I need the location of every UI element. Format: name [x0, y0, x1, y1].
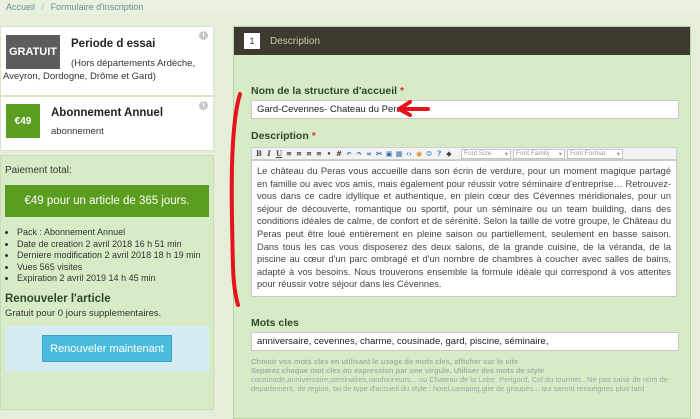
align-left-icon[interactable]: ≡ — [285, 149, 293, 158]
font-format-select[interactable]: Font Format ▾ — [567, 148, 623, 159]
article-details: Pack : Abonnement Annuel Date de creatio… — [5, 227, 209, 285]
image-icon[interactable]: ▣ — [385, 149, 393, 158]
detail-pack: Pack : Abonnement Annuel — [17, 227, 209, 239]
unlink-icon[interactable]: ✂ — [375, 149, 383, 158]
description-label: Description * — [251, 130, 316, 142]
required-mark: * — [311, 130, 316, 142]
breadcrumb-home-link[interactable]: Accueil — [6, 2, 35, 12]
code-icon[interactable]: ‹› — [405, 149, 413, 158]
numbered-list-icon[interactable]: # — [335, 149, 343, 158]
bold-icon[interactable]: B — [255, 149, 263, 158]
detail-created: Date de creation 2 avril 2018 16 h 51 mi… — [17, 239, 209, 251]
breadcrumb: Accueil / Formulaire d'inscription — [0, 0, 700, 14]
plan-annual[interactable]: €49 Abonnement Annuel abonnement i — [0, 96, 214, 151]
font-family-select[interactable]: Font Family ▾ — [513, 148, 565, 159]
step-title: Description — [270, 35, 321, 47]
payment-button[interactable]: €49 pour un article de 365 jours. — [5, 185, 209, 217]
plan-annual-badge: €49 — [6, 104, 40, 138]
description-editor[interactable]: Le château du Peras vous accueille dans … — [251, 160, 677, 297]
description-panel: 1 Description Nom de la structure d'accu… — [233, 26, 691, 419]
structure-name-label-text: Nom de la structure d'accueil — [251, 85, 398, 97]
renew-button[interactable]: Renouveler maintenant — [42, 335, 172, 362]
table-icon[interactable]: ▦ — [395, 149, 403, 158]
emoticon-icon[interactable]: ☺ — [425, 149, 433, 158]
structure-name-label: Nom de la structure d'accueil * — [251, 85, 404, 97]
chevron-down-icon: ▾ — [558, 150, 562, 158]
step-number: 1 — [244, 33, 260, 49]
font-format-label: Font Format — [570, 150, 606, 157]
renew-title: Renouveler l'article — [5, 292, 111, 305]
undo-icon[interactable]: ↶ — [345, 149, 353, 158]
chevron-down-icon: ▾ — [616, 150, 620, 158]
info-icon[interactable]: i — [199, 101, 208, 110]
payment-panel: Paiement total: €49 pour un article de 3… — [0, 155, 214, 410]
breadcrumb-separator: / — [41, 2, 45, 12]
required-mark: * — [399, 85, 405, 97]
font-size-label: Font Size — [464, 150, 492, 157]
html-icon[interactable]: ◆ — [445, 149, 453, 158]
editor-toolbar: B I U ≡ ≡ ≡ ≡ • # ↶ ↷ ∞ ✂ ▣ ▦ ‹› ◉ ☺ ? ◆… — [251, 147, 677, 160]
panel-header: 1 Description — [234, 27, 690, 55]
plan-trial[interactable]: GRATUIT Periode d essai (Hors départemen… — [0, 26, 214, 96]
description-label-text: Description — [251, 130, 309, 142]
font-size-select[interactable]: Font Size ▾ — [461, 148, 511, 159]
hint-line-2: Separez chaque mot cles ou expression pa… — [251, 366, 545, 375]
bullet-list-icon[interactable]: • — [325, 149, 333, 158]
plan-annual-title: Abonnement Annuel — [51, 107, 164, 119]
structure-name-input[interactable]: Gard-Cevennes- Chateau du Peras — [251, 100, 679, 119]
plans-sidebar: GRATUIT Periode d essai (Hors départemen… — [0, 26, 214, 410]
breadcrumb-current: Formulaire d'inscription — [50, 2, 144, 12]
plan-annual-description: abonnement — [51, 126, 104, 137]
color-icon[interactable]: ◉ — [415, 149, 423, 158]
justify-icon[interactable]: ≡ — [315, 149, 323, 158]
renew-box: Renouveler maintenant — [5, 325, 209, 372]
plan-trial-title: Periode d essai — [71, 38, 156, 50]
keywords-label: Mots cles — [251, 317, 299, 329]
payment-total-label: Paiement total: — [5, 165, 72, 176]
align-right-icon[interactable]: ≡ — [305, 149, 313, 158]
hint-line-1: Choisir vos mots cles en utilisant le us… — [251, 357, 519, 366]
underline-icon[interactable]: U — [275, 149, 283, 158]
align-center-icon[interactable]: ≡ — [295, 149, 303, 158]
hint-line-3: cousinade,anniversaire,seminaires,randon… — [251, 375, 668, 393]
italic-icon[interactable]: I — [265, 149, 273, 158]
link-icon[interactable]: ∞ — [365, 149, 373, 158]
detail-expiration: Expiration 2 avril 2019 14 h 45 min — [17, 273, 209, 285]
info-icon[interactable]: i — [199, 31, 208, 40]
renew-subtitle: Gratuit pour 0 jours supplementaires. — [5, 307, 162, 319]
plan-trial-description: (Hors départements Ardèche, Aveyron, Dor… — [3, 58, 196, 82]
detail-modified: Derniere modification 2 avril 2018 18 h … — [17, 250, 209, 262]
detail-views: Vues 565 visites — [17, 262, 209, 274]
font-family-label: Font Family — [516, 150, 550, 157]
chevron-down-icon: ▾ — [504, 150, 508, 158]
keywords-input[interactable]: anniversaire, cevennes, charme, cousinad… — [251, 332, 679, 351]
help-icon[interactable]: ? — [435, 149, 443, 158]
keywords-hint: Choisir vos mots cles en utilisant le us… — [251, 357, 681, 393]
redo-icon[interactable]: ↷ — [355, 149, 363, 158]
